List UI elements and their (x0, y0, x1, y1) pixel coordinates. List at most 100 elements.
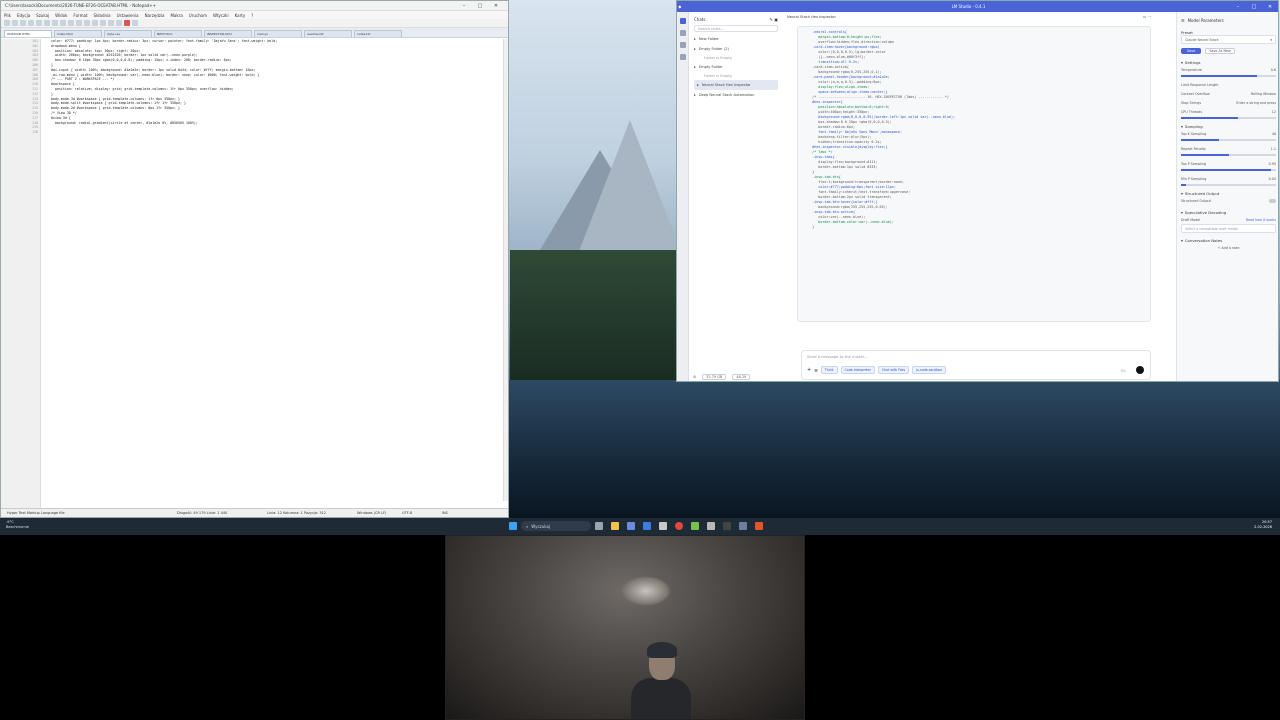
add-attachment-icon[interactable]: + (807, 367, 811, 373)
play-macro-icon[interactable] (132, 20, 138, 26)
param-value[interactable]: Enter a string and press (1236, 101, 1276, 105)
chip-chat-files[interactable]: Chat with Files (877, 366, 910, 374)
close-icon[interactable]: ✕ (1262, 4, 1278, 10)
copy-icon[interactable] (60, 20, 66, 26)
sidebar-item[interactable]: ▸ Empty Folder (2) (694, 44, 778, 54)
param-slider[interactable] (1181, 169, 1276, 171)
file-tab[interactable]: index.html (54, 30, 102, 37)
new-chat-icon[interactable]: ✎ ▣ (770, 17, 778, 22)
task-view-icon[interactable] (595, 522, 603, 530)
menu-item[interactable]: Uruchom (189, 13, 207, 18)
menu-item[interactable]: Widok (55, 13, 67, 18)
send-button[interactable] (1136, 366, 1144, 374)
structured-output-toggle[interactable] (1269, 198, 1276, 203)
menu-item[interactable]: Karty (235, 13, 246, 18)
vertical-scrollbar[interactable] (503, 39, 508, 501)
panel-toggle-icon[interactable]: ▭ ⋯ (1143, 15, 1151, 19)
chat-search-input[interactable]: Search chats... (694, 25, 778, 32)
app-icon[interactable] (627, 522, 635, 530)
minimize-icon[interactable]: – (1230, 4, 1246, 10)
draft-model-link[interactable]: Read how it works (1246, 218, 1276, 222)
save-all-icon[interactable] (28, 20, 34, 26)
models-icon[interactable] (679, 42, 686, 48)
param-slider[interactable] (1181, 154, 1276, 156)
menu-item[interactable]: Narzędzia (145, 13, 165, 18)
chip-think[interactable]: Think (820, 366, 838, 374)
file-tab[interactable]: main.js (254, 30, 302, 37)
chip-js-sandbox[interactable]: js-code-sandbox (912, 366, 947, 374)
replace-icon[interactable] (100, 20, 106, 26)
sidebar-item[interactable]: ▸ New Folder (694, 34, 778, 44)
param-value[interactable]: 12 (1272, 110, 1276, 114)
menu-item[interactable]: ? (251, 13, 253, 18)
param-slider[interactable] (1181, 75, 1276, 77)
param-value[interactable]: 0.8 (1271, 68, 1276, 72)
save-icon[interactable] (20, 20, 26, 26)
close-file-icon[interactable] (36, 20, 42, 26)
search-icon[interactable] (679, 54, 686, 60)
file-tab[interactable]: OCEATAB.HTML (4, 30, 52, 37)
param-value[interactable]: 0.05 (1269, 177, 1276, 181)
paste-icon[interactable] (68, 20, 74, 26)
file-tab[interactable]: readme.txt (304, 30, 352, 37)
app-icon[interactable] (659, 522, 667, 530)
param-slider[interactable] (1181, 139, 1276, 141)
file-explorer-icon[interactable] (611, 522, 619, 530)
sidebar-item[interactable]: ▸ Neural Stack Hex Inspector (694, 80, 778, 90)
system-clock[interactable]: 20:57 2.02.2026 (1254, 520, 1272, 530)
message-input[interactable]: Send a message to the model... + ⚒ Think… (801, 350, 1151, 380)
new-file-icon[interactable] (4, 20, 10, 26)
settings-icon[interactable]: ⚙ (693, 375, 696, 379)
brave-icon[interactable] (755, 522, 763, 530)
developer-icon[interactable] (679, 30, 686, 36)
record-macro-icon[interactable] (124, 20, 130, 26)
taskbar-search[interactable]: ⌕ Wyszukaj (521, 521, 591, 531)
file-tab[interactable]: NEST.html (154, 30, 202, 37)
weather-widget[interactable]: -9°C Bezchmurnie (6, 520, 29, 530)
param-value[interactable]: 1.1 (1271, 147, 1276, 151)
maximize-icon[interactable]: □ (1246, 4, 1262, 10)
app-icon[interactable] (643, 522, 651, 530)
app-icon[interactable] (707, 522, 715, 530)
tools-icon[interactable]: ⚒ (814, 368, 818, 373)
param-slider[interactable] (1181, 117, 1276, 119)
minimize-icon[interactable]: – (456, 3, 472, 9)
menu-item[interactable]: Wtyczki (213, 13, 229, 18)
notepadpp-icon[interactable] (691, 522, 699, 530)
file-tab[interactable]: INSPECTOR.html (204, 30, 252, 37)
draft-model-select[interactable]: Select a compatible draft model (1181, 224, 1276, 233)
save-as-button[interactable]: Save As New (1205, 47, 1235, 54)
add-note-button[interactable]: + Add a note (1218, 246, 1240, 250)
redo-icon[interactable] (84, 20, 90, 26)
file-tab[interactable]: notes.txt (354, 30, 402, 37)
sidebar-item[interactable]: ▸ Deep Neural Stack Automation (694, 90, 778, 100)
zoom-in-icon[interactable] (108, 20, 114, 26)
menu-item[interactable]: Szukaj (36, 13, 49, 18)
param-slider[interactable] (1181, 184, 1276, 186)
preset-select[interactable]: Claude Neural Stack ▾ (1181, 35, 1276, 44)
menu-item[interactable]: Edycja (17, 13, 30, 18)
undo-icon[interactable] (76, 20, 82, 26)
zoom-out-icon[interactable] (116, 20, 122, 26)
cut-icon[interactable] (52, 20, 58, 26)
menu-item[interactable]: Składnia (94, 13, 111, 18)
terminal-icon[interactable] (723, 522, 731, 530)
menu-item[interactable]: Format (73, 13, 87, 18)
maximize-icon[interactable]: □ (472, 3, 488, 9)
chip-code-interpreter[interactable]: Code Interpreter (840, 366, 875, 374)
code-text-area[interactable]: color: #777; padding: 1px 4px; border-ra… (41, 39, 508, 509)
chat-icon[interactable] (679, 18, 686, 24)
chrome-icon[interactable] (675, 522, 683, 530)
code-editor[interactable]: 101 102 103 104 105 106 107 108 109 110 111 112 113 1… (1, 39, 508, 509)
menu-item[interactable]: Makra (170, 13, 182, 18)
file-tab[interactable]: style.css (104, 30, 152, 37)
open-file-icon[interactable] (12, 20, 18, 26)
find-icon[interactable] (92, 20, 98, 26)
print-icon[interactable] (44, 20, 50, 26)
sidebar-item[interactable]: ▸ Empty Folder (694, 62, 778, 72)
menu-item[interactable]: Ustawienia (117, 13, 139, 18)
app-icon[interactable] (739, 522, 747, 530)
param-value[interactable]: Rolling Window (1251, 92, 1276, 96)
windows-start-icon[interactable] (509, 522, 517, 530)
save-button[interactable]: Save (1181, 47, 1202, 54)
